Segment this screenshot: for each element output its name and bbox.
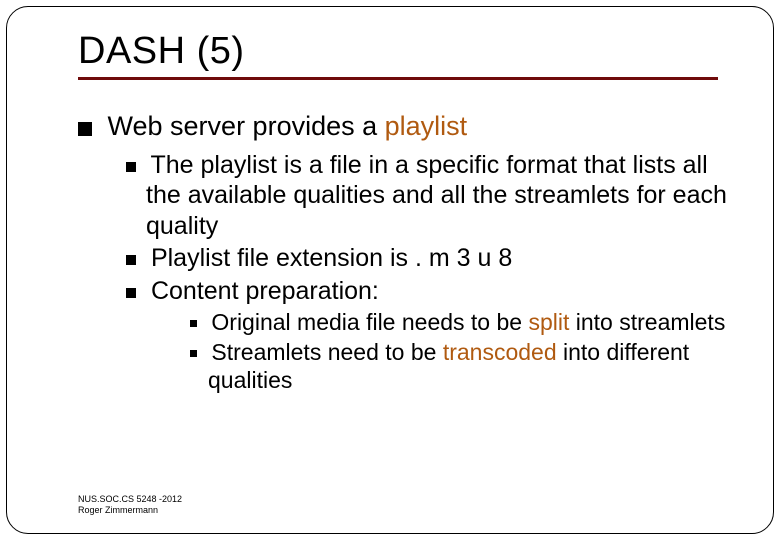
- footer-line2: Roger Zimmermann: [78, 505, 182, 516]
- bullet-level2: The playlist is a file in a specific for…: [146, 150, 730, 242]
- highlight-text: split: [528, 309, 569, 335]
- text: Web server provides a: [108, 111, 385, 141]
- slide-footer: NUS.SOC.CS 5248 -2012 Roger Zimmermann: [78, 494, 182, 516]
- bullet-level2: Playlist file extension is . m 3 u 8: [146, 243, 730, 274]
- text: into streamlets: [569, 309, 725, 335]
- highlight-text: transcoded: [443, 339, 557, 365]
- text: Playlist file extension is . m 3 u 8: [151, 244, 512, 272]
- footer-line1: NUS.SOC.CS 5248 -2012: [78, 494, 182, 505]
- bullet-level2: Content preparation:: [146, 276, 730, 307]
- bullet-level1: Web server provides a playlist: [100, 110, 730, 144]
- bullet-level3: Original media file needs to be split in…: [208, 308, 730, 336]
- slide-title: DASH (5): [78, 30, 730, 73]
- bullet-level3: Streamlets need to be transcoded into di…: [208, 338, 730, 394]
- slide: DASH (5) Web server provides a playlist …: [0, 0, 780, 540]
- text: The playlist is a file in a specific for…: [146, 151, 727, 240]
- text: Original media file needs to be: [211, 309, 528, 335]
- text: Content preparation:: [151, 277, 379, 305]
- title-rule: [78, 77, 718, 80]
- text: Streamlets need to be: [211, 339, 442, 365]
- slide-content: DASH (5) Web server provides a playlist …: [78, 30, 730, 396]
- highlight-text: playlist: [385, 111, 468, 141]
